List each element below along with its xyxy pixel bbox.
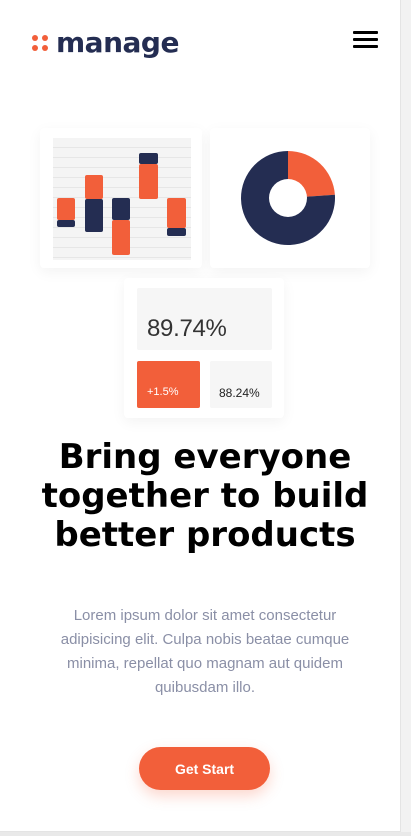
stat-secondary-box: 88.24% (210, 361, 272, 408)
donut-chart-illustration (241, 151, 336, 245)
bar-3-navy (112, 198, 130, 220)
donut-hole (269, 179, 307, 217)
bottom-gutter (0, 832, 411, 836)
description-line-3: minima, repellat quo magnam aut quidem (67, 655, 343, 672)
bar-4-orange (139, 164, 158, 199)
bar-chart-card (40, 128, 202, 268)
stat-increase-box: +1.5% (137, 361, 200, 408)
bar-chart-illustration (53, 138, 191, 260)
headline-line-3: better products (54, 515, 356, 555)
right-gutter (401, 0, 411, 836)
bar-2-navy (85, 199, 103, 232)
page: manage 89.74% +1.5% 88.24% Bring everyon… (0, 0, 401, 832)
bar-5-orange (167, 198, 186, 228)
description-line-1: Lorem ipsum dolor sit amet consectetur (73, 607, 337, 624)
bar-2-orange (85, 175, 103, 199)
get-start-button[interactable]: Get Start (139, 747, 270, 790)
donut-chart-card (210, 128, 370, 268)
hero-headline: Bring everyone together to build better … (20, 438, 390, 555)
headline-line-1: Bring everyone (58, 437, 352, 477)
stat-increase-value: +1.5% (147, 386, 179, 398)
description-line-4: quibusdam illo. (154, 679, 256, 696)
stat-secondary-value: 88.24% (219, 386, 260, 400)
stat-main-value: 89.74% (147, 315, 227, 342)
logo[interactable]: manage (32, 26, 179, 60)
logo-text: manage (56, 26, 179, 59)
bar-3-orange (112, 220, 130, 255)
hamburger-icon[interactable] (353, 31, 378, 49)
logo-dots-icon (32, 35, 48, 51)
bar-5-navy (167, 228, 186, 236)
headline-line-2: together to build (41, 476, 369, 516)
hero-description: Lorem ipsum dolor sit amet consectetur a… (40, 604, 370, 700)
bar-1-orange (57, 198, 75, 220)
bar-4-navy (139, 153, 158, 164)
bar-1-navy (57, 220, 75, 227)
stats-card: 89.74% +1.5% 88.24% (124, 278, 284, 418)
stat-main-box: 89.74% (137, 288, 272, 350)
description-line-2: adipisicing elit. Culpa nobis beatae cum… (60, 631, 350, 648)
